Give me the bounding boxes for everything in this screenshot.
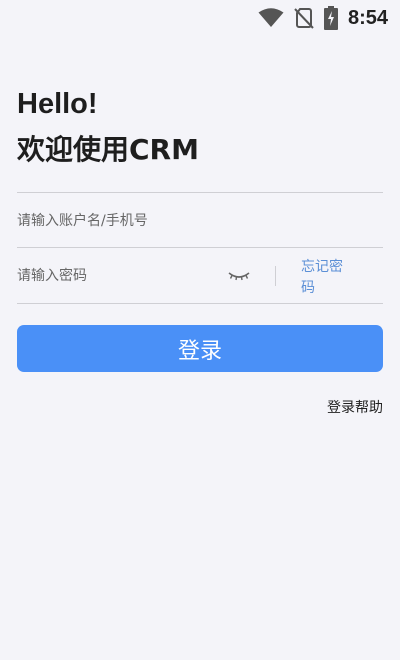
account-input[interactable] xyxy=(17,193,377,248)
forgot-password-link[interactable]: 忘记密码 xyxy=(301,257,351,299)
eye-closed-icon[interactable] xyxy=(227,265,251,285)
account-field xyxy=(17,192,383,248)
wifi-icon xyxy=(258,8,284,28)
login-button[interactable]: 登录 xyxy=(17,325,383,372)
password-field: 忘记密码 xyxy=(17,247,383,304)
login-help-link[interactable]: 登录帮助 xyxy=(327,397,383,417)
password-input[interactable] xyxy=(17,248,217,303)
no-sim-icon xyxy=(294,7,314,29)
status-bar: 8:54 xyxy=(0,0,400,36)
status-time: 8:54 xyxy=(347,6,388,29)
battery-charging-icon xyxy=(323,6,338,30)
greeting-title: Hello! xyxy=(17,88,98,120)
field-divider xyxy=(275,266,276,286)
welcome-title: 欢迎使用CRM xyxy=(17,133,199,166)
